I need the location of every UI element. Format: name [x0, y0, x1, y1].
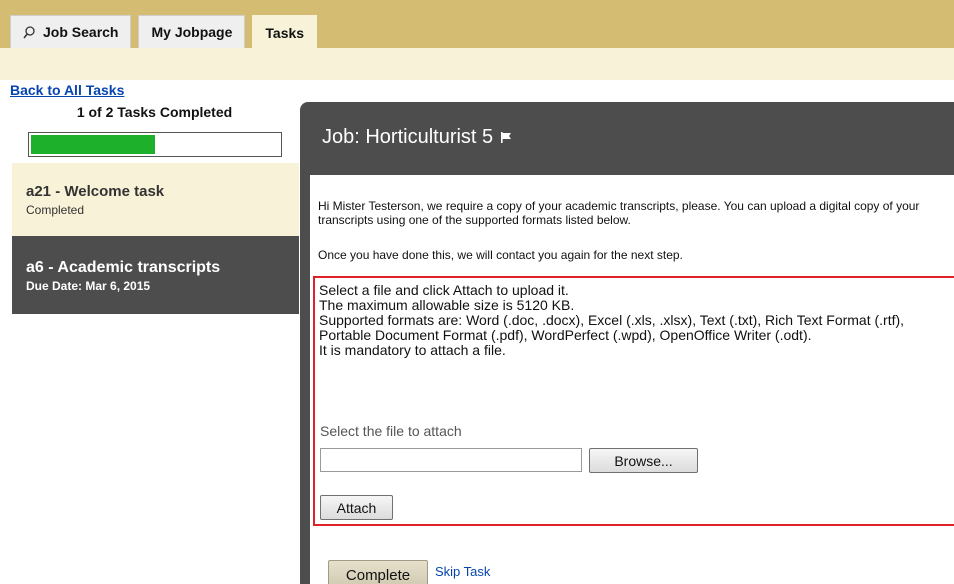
tab-tasks[interactable]: Tasks [252, 15, 318, 49]
progress-fill [31, 135, 155, 154]
tab-label: Job Search [43, 24, 119, 40]
top-tab-bar: Job Search My Jobpage Tasks [0, 0, 954, 49]
task-status: Completed [26, 203, 85, 217]
task-title: a6 - Academic transcripts [26, 259, 221, 276]
upload-mandatory-note: It is mandatory to attach a file. [319, 342, 506, 358]
sub-header-bar [0, 48, 954, 80]
tasks-progress-bar [28, 132, 282, 157]
task-due-date: Due Date: Mar 6, 2015 [26, 279, 151, 293]
tab-job-search[interactable]: Job Search [10, 15, 132, 48]
tab-label: My Jobpage [151, 24, 233, 40]
attach-button[interactable]: Attach [320, 495, 393, 520]
task-title: a21 - Welcome task [26, 183, 165, 200]
browse-button[interactable]: Browse... [589, 448, 698, 473]
flag-icon[interactable] [501, 132, 512, 143]
upload-supported-formats: Supported formats are: Word (.doc, .docx… [319, 312, 905, 343]
panel-header: Job: Horticulturist 5 [322, 126, 512, 149]
skip-task-link[interactable]: Skip Task [435, 564, 490, 579]
select-file-label: Select the file to attach [320, 423, 462, 439]
tab-label: Tasks [265, 24, 305, 41]
file-path-input[interactable] [320, 448, 582, 472]
tasks-completed-text: 1 of 2 Tasks Completed [76, 104, 233, 120]
tab-my-jobpage[interactable]: My Jobpage [138, 15, 246, 48]
upload-instruction: Select a file and click Attach to upload… [319, 282, 569, 298]
upload-info: Select a file and click Attach to upload… [319, 283, 954, 358]
task-item-welcome[interactable]: a21 - Welcome task Completed [12, 163, 299, 236]
search-icon [23, 25, 35, 39]
complete-button[interactable]: Complete [328, 560, 428, 584]
tab-list: Job Search My Jobpage Tasks [10, 15, 324, 49]
task-instructions: Hi Mister Testerson, we require a copy o… [318, 199, 920, 227]
job-title: Job: Horticulturist 5 [322, 126, 494, 148]
back-to-all-tasks-link[interactable]: Back to All Tasks [10, 82, 124, 98]
task-item-academic-transcripts[interactable]: a6 - Academic transcripts Due Date: Mar … [12, 236, 299, 314]
task-next-step-text: Once you have done this, we will contact… [318, 248, 683, 262]
upload-max-size: The maximum allowable size is 5120 KB. [319, 297, 575, 313]
